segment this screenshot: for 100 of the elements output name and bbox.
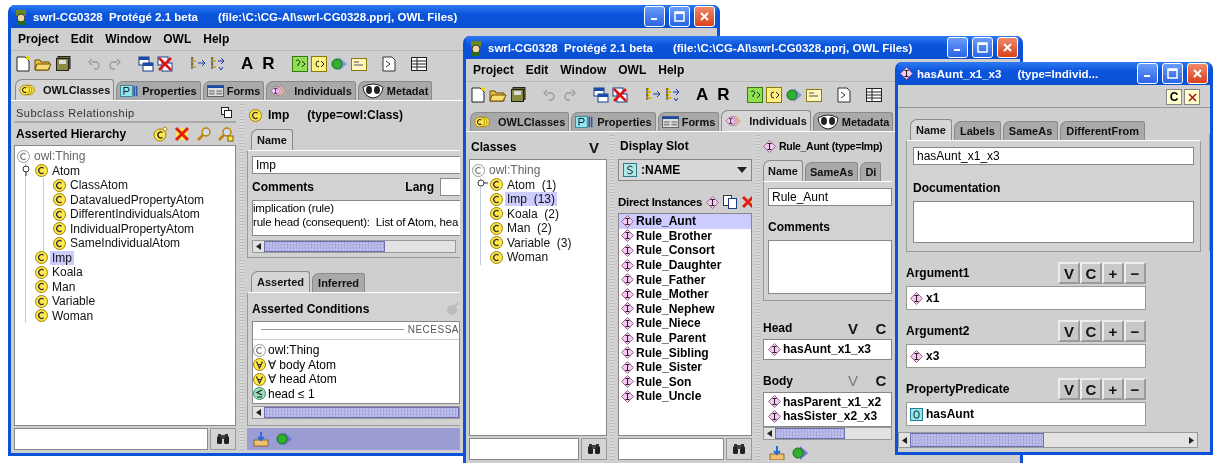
slot-button[interactable]: C	[1080, 378, 1102, 400]
comment-line: rule head (consequent): List of Atom, hea	[253, 215, 460, 229]
tree-item[interactable]: IndividualPropertyAtom	[68, 221, 197, 236]
name-field[interactable]: hasAunt_x1_x3	[913, 147, 1194, 165]
comments-area[interactable]: implication (rule) rule head (consequent): List of Atom, hea	[252, 200, 460, 236]
corner-button[interactable]: C	[1166, 89, 1182, 105]
tree-item[interactable]: Atom (1)	[505, 177, 559, 192]
tree-item[interactable]: Koala (2)	[505, 206, 562, 221]
tab[interactable]: Forms	[657, 112, 720, 131]
comment-line: implication (rule)	[253, 201, 335, 215]
tree-item[interactable]: DifferentIndividualsAtom	[68, 207, 202, 222]
slot-button[interactable]: V	[842, 317, 864, 339]
tree-item[interactable]: SameIndividualAtom	[68, 236, 183, 251]
tab[interactable]: Name	[910, 119, 952, 140]
instance-item[interactable]: Rule_Father	[619, 272, 751, 287]
condition-item[interactable]: ∀ head Atom	[268, 372, 337, 387]
slot-dropdown[interactable]: :NAME	[618, 159, 752, 181]
menu-item[interactable]: Project	[468, 61, 519, 79]
tab[interactable]: Name	[763, 160, 803, 181]
instance-item[interactable]: Rule_Brother	[619, 228, 751, 244]
slot-button[interactable]: V	[1058, 320, 1080, 342]
slot-value[interactable]: hasSister_x2_x3	[783, 409, 878, 424]
tab[interactable]: Metadat	[357, 81, 433, 100]
instance-item[interactable]: Rule_Sibling	[619, 345, 751, 360]
instance-item[interactable]: Rule_Niece	[619, 316, 751, 331]
slot-button[interactable]: −	[1124, 378, 1146, 400]
instance-item[interactable]: Rule_Mother	[619, 286, 751, 302]
menu-item[interactable]: OWL	[158, 30, 197, 48]
tree-item[interactable]: ClassAtom	[68, 178, 130, 193]
instance-item[interactable]: Rule_Sister	[619, 359, 751, 375]
name-field[interactable]: Imp	[252, 156, 460, 174]
slot-value[interactable]: hasParent_x1_x2	[783, 394, 882, 409]
slot-button[interactable]: +	[1102, 378, 1124, 400]
toolbar-letter-button[interactable]: A	[693, 84, 712, 105]
menu-item[interactable]: Help	[198, 30, 235, 48]
tree-item[interactable]: Variable	[50, 294, 98, 309]
tree-item[interactable]: Imp	[50, 250, 74, 265]
tree-item[interactable]: Man (2)	[505, 221, 554, 236]
slot-button[interactable]: V	[1058, 262, 1080, 284]
tab[interactable]: SameAs	[1002, 121, 1059, 140]
tree-item[interactable]: Woman	[505, 250, 551, 265]
toolbar-letter-button[interactable]: A	[238, 53, 257, 74]
tab[interactable]: Properties	[571, 112, 656, 131]
menu-item[interactable]: OWL	[613, 61, 652, 79]
tab[interactable]: Name	[251, 129, 293, 150]
instance-item[interactable]: Rule_Aunt	[619, 214, 751, 229]
tree-item[interactable]: Imp (13)	[505, 192, 557, 207]
tab[interactable]: Individuals	[266, 81, 356, 100]
condition-item[interactable]: head ≤ 1	[268, 386, 315, 401]
slot-value[interactable]: hasAunt_x1_x3	[783, 342, 872, 357]
tree-item[interactable]: Man	[50, 279, 78, 294]
instance-item[interactable]: Rule_Uncle	[619, 389, 751, 404]
condition-item[interactable]: owl:Thing	[268, 343, 320, 358]
slot-button[interactable]: +	[1102, 320, 1124, 342]
menu-item[interactable]: Edit	[520, 61, 554, 79]
slot-button[interactable]: C	[870, 369, 892, 392]
instance-item[interactable]: Rule_Nephew	[619, 301, 751, 317]
slot-button[interactable]: −	[1124, 262, 1146, 284]
tab[interactable]: Inferred	[312, 273, 366, 292]
slot-button[interactable]: C	[1080, 262, 1102, 284]
tree-item[interactable]: Woman	[50, 308, 96, 323]
tree-item[interactable]: owl:Thing	[32, 149, 88, 164]
name-field[interactable]: Rule_Aunt	[768, 188, 892, 206]
instance-item[interactable]: Rule_Daughter	[619, 257, 751, 273]
slot-button[interactable]: +	[1102, 262, 1124, 284]
view-button[interactable]: V	[583, 136, 605, 158]
tab[interactable]: Metadata	[812, 112, 894, 131]
tab[interactable]: Forms	[202, 81, 265, 100]
tab[interactable]: DifferentFrom	[1060, 121, 1145, 140]
tree-item[interactable]: Variable (3)	[505, 235, 574, 250]
slot-button[interactable]: V	[1058, 378, 1080, 400]
tab[interactable]: OWLClasses	[15, 79, 115, 100]
menu-item[interactable]: Edit	[65, 30, 99, 48]
slot-button[interactable]: C	[1080, 320, 1102, 342]
toolbar-letter-button[interactable]: R	[259, 53, 278, 74]
slot-button[interactable]: C	[870, 317, 892, 339]
instance-item[interactable]: Rule_Consort	[619, 243, 751, 258]
menu-item[interactable]: Window	[555, 61, 612, 79]
tree-item[interactable]: owl:Thing	[487, 163, 543, 178]
tree-item[interactable]: Atom	[50, 163, 82, 178]
instance-item[interactable]: Rule_Son	[619, 374, 751, 390]
tab[interactable]: Individuals	[721, 110, 811, 131]
tab[interactable]: Labels	[953, 121, 1001, 140]
tree-item[interactable]: DatavaluedPropertyAtom	[68, 192, 207, 207]
tab[interactable]: Di	[860, 162, 882, 181]
slot-value-field[interactable]: x1	[906, 286, 1146, 310]
menu-item[interactable]: Project	[13, 30, 64, 48]
tab[interactable]: OWLClasses	[470, 112, 570, 131]
tab[interactable]: Properties	[116, 81, 201, 100]
tab[interactable]: Asserted	[251, 271, 311, 292]
slot-value-field[interactable]: x3	[906, 344, 1146, 368]
condition-item[interactable]: ∀ body Atom	[268, 357, 337, 372]
tree-item[interactable]: Koala	[50, 265, 85, 280]
slot-value-field[interactable]: hasAunt	[906, 402, 1146, 426]
menu-item[interactable]: Window	[100, 30, 157, 48]
toolbar-letter-button[interactable]: R	[714, 84, 733, 105]
slot-button[interactable]: −	[1124, 320, 1146, 342]
instance-item[interactable]: Rule_Parent	[619, 330, 751, 346]
tab[interactable]: SameAs	[804, 162, 859, 181]
menu-item[interactable]: Help	[653, 61, 690, 79]
